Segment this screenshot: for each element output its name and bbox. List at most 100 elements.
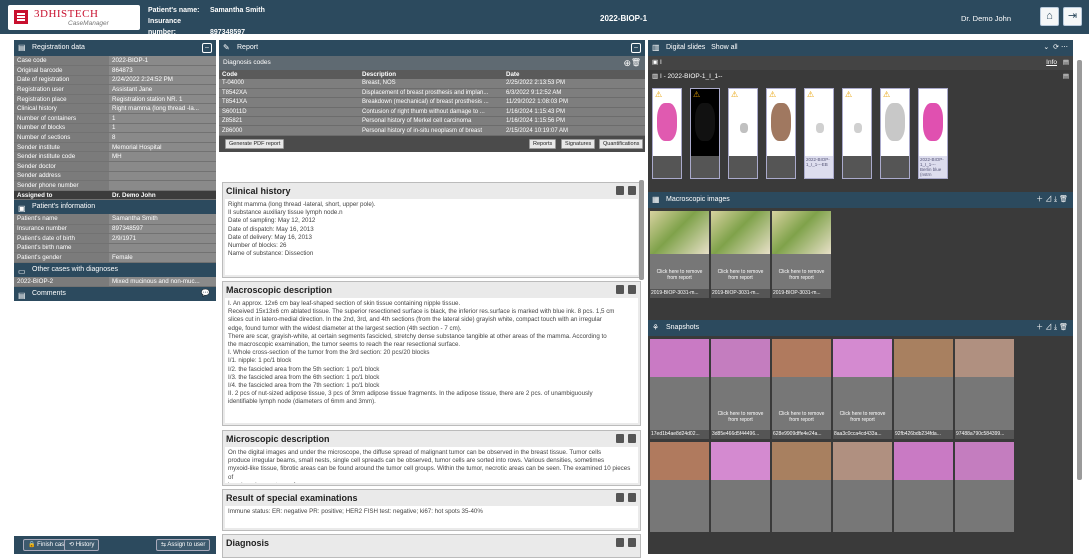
patient-table: Patient's nameSamantha SmithInsurance nu…	[14, 214, 216, 262]
kv-row: Sender doctor	[14, 162, 216, 172]
table-row[interactable]: Z86000Personal history of in-situ neopla…	[219, 126, 645, 135]
remove-from-report-button[interactable]: Click here to remove from report	[774, 269, 829, 281]
kv-value: Memorial Hospital	[109, 142, 216, 152]
table-row[interactable]: S60011DContusion of right thumb without …	[219, 107, 645, 116]
kv-row[interactable]: 2022-BIOP-2Mixed mucinous and non-muc...	[14, 277, 216, 287]
document-icon[interactable]	[616, 434, 624, 443]
kv-row: Registration userAssistant Jane	[14, 85, 216, 95]
section-text[interactable]: On the digital images and under the micr…	[225, 447, 638, 483]
reports-button[interactable]: Reports	[529, 139, 556, 149]
history-button[interactable]: ⟲ History	[64, 539, 99, 551]
kv-row: Patient's nameSamantha Smith	[14, 214, 216, 224]
snapshot-image[interactable]: 92fb426bdb234fda...	[894, 339, 953, 439]
column-header[interactable]: Code	[219, 70, 359, 79]
section-text[interactable]: Immune status: ER: negative PR: positive…	[225, 506, 638, 528]
template-icon[interactable]	[628, 434, 636, 443]
text-line: I/4. the fascicled area from the 7th sec…	[228, 382, 635, 390]
snapshot-image[interactable]: Click here to remove from report3d85e466…	[711, 339, 770, 439]
collapse-button[interactable]: –	[202, 43, 212, 53]
template-icon[interactable]	[628, 186, 636, 195]
slide-thumbnail[interactable]: ⚠2022-BIOP-1_I_1---EB	[804, 88, 834, 179]
right-scrollbar[interactable]	[1077, 60, 1082, 480]
remove-from-report-button[interactable]: Click here to remove from report	[713, 269, 768, 281]
remove-from-report-button[interactable]: Click here to remove from report	[713, 411, 768, 423]
slides-menu-icons[interactable]: ⌄ ⟳ ⋯	[1043, 40, 1068, 56]
column-header[interactable]: Description	[359, 70, 503, 79]
snapshot-image[interactable]: 97488a790c584399...	[955, 339, 1014, 439]
template-icon[interactable]	[628, 493, 636, 502]
macroscopic-image[interactable]: Click here to remove from report2019-BIO…	[772, 211, 831, 298]
document-icon[interactable]	[616, 186, 624, 195]
snapshot-image[interactable]: Click here to remove from report 8aa3c0cc…	[833, 339, 892, 439]
add-comment-icon[interactable]: 💬	[201, 287, 210, 301]
table-cell: Displacement of breast prosthesis and im…	[359, 88, 503, 97]
table-row[interactable]: T8542XADisplacement of breast prosthesis…	[219, 88, 645, 97]
kv-row: Sender phone number	[14, 181, 216, 191]
block-print-icon[interactable]: ▤	[1063, 70, 1069, 84]
slide-thumbnail[interactable]: ⚠	[880, 88, 910, 179]
remove-from-report-button[interactable]: Click here to remove from report	[835, 411, 890, 423]
image-caption: 2019-BIOP-3031-m...	[711, 289, 770, 298]
report-collapse-button[interactable]: –	[631, 43, 641, 53]
signatures-button[interactable]: Signatures	[561, 139, 595, 149]
slide-thumbnail[interactable]: ⚠	[728, 88, 758, 179]
slide-thumbnail[interactable]: ⚠	[766, 88, 796, 179]
macro-actions[interactable]: ＋ ⊿ ⤓ 🗑	[1036, 192, 1068, 208]
snapshot-image[interactable]	[650, 442, 709, 532]
assign-user-label: Assign to user	[167, 542, 205, 548]
logout-button[interactable]: ⇥	[1063, 7, 1082, 26]
print-icon[interactable]: ▤	[1063, 56, 1069, 70]
section-text[interactable]: I. An approx. 12x6 cm bay leaf-shaped se…	[225, 298, 638, 423]
document-icon[interactable]	[616, 538, 624, 547]
image-caption: 8aa3c0cca4cd433a...	[833, 430, 892, 439]
table-cell: 2/15/2024 10:19:07 AM	[503, 126, 645, 135]
home-button[interactable]: ⌂	[1040, 7, 1059, 26]
report-section: Clinical historyRight mamma (long thread…	[222, 182, 641, 278]
macroscopic-image[interactable]: Click here to remove from report 2019-BIO…	[711, 211, 770, 298]
assign-user-button[interactable]: ⇆ Assign to user	[156, 539, 210, 551]
macroscopic-image[interactable]: Click here to remove from report2019-BIO…	[650, 211, 709, 298]
document-icon[interactable]	[616, 285, 624, 294]
kv-row: Number of blocks1	[14, 123, 216, 133]
slide-thumbnail[interactable]: ⚠	[842, 88, 872, 179]
snapshot-actions[interactable]: ＋ ⊿ ⤓ 🗑	[1036, 320, 1068, 336]
table-cell: Personal history of Merkel cell carcinom…	[359, 117, 503, 126]
snapshot-image[interactable]	[955, 442, 1014, 532]
column-header[interactable]: Date	[503, 70, 645, 79]
remove-from-report-button[interactable]: Click here to remove from report	[774, 411, 829, 423]
snapshot-image[interactable]	[894, 442, 953, 532]
template-icon[interactable]	[628, 538, 636, 547]
current-user[interactable]: Dr. Demo John	[961, 14, 1011, 23]
generate-pdf-button[interactable]: Generate PDF report	[225, 139, 284, 149]
text-line: On the digital images and under the micr…	[228, 449, 635, 457]
kv-row: Number of containers1	[14, 114, 216, 124]
slide-thumbnail[interactable]: ⚠	[652, 88, 682, 179]
section-text[interactable]: Right mamma (long thread -lateral, short…	[225, 199, 638, 275]
delete-code-icon[interactable]: 🗑	[631, 56, 641, 70]
report-section: Diagnosis	[222, 534, 641, 558]
warning-icon: ⚠	[693, 90, 700, 99]
report-title: Report	[237, 44, 258, 51]
other-cases-table: 2022-BIOP-2Mixed mucinous and non-muc...	[14, 277, 216, 287]
slide-thumbnail[interactable]: ⚠	[690, 88, 720, 179]
snapshot-image[interactable]: 17ed1b4ae8d24d02...	[650, 339, 709, 439]
document-icon[interactable]	[616, 493, 624, 502]
info-link[interactable]: Info	[1046, 56, 1057, 70]
snapshot-image[interactable]	[772, 442, 831, 532]
table-row[interactable]: Z85821Personal history of Merkel cell ca…	[219, 117, 645, 126]
table-cell: Z86000	[219, 126, 359, 135]
registration-icon: ▤	[18, 43, 27, 52]
remove-from-report-button[interactable]: Click here to remove from report	[652, 269, 707, 281]
table-row[interactable]: T-04000Breast, NOS2/25/2022 2:13:53 PM	[219, 79, 645, 88]
snapshot-image[interactable]	[833, 442, 892, 532]
report-scrollbar[interactable]	[639, 180, 644, 280]
template-icon[interactable]	[628, 285, 636, 294]
kv-value: 2/24/2022 2:24:52 PM	[109, 75, 216, 85]
snapshot-image[interactable]	[711, 442, 770, 532]
table-row[interactable]: T8541XABreakdown (mechanical) of breast …	[219, 98, 645, 107]
tissue-preview	[695, 103, 715, 141]
quantifications-button[interactable]: Quantifications	[599, 139, 643, 149]
snapshot-image[interactable]: Click here to remove from report628e9909…	[772, 339, 831, 439]
slide-thumbnail[interactable]: 2022-BIOP-1_I_1---Berlin blue (nstrn	[918, 88, 948, 179]
show-all-link[interactable]: Show all	[711, 44, 737, 51]
